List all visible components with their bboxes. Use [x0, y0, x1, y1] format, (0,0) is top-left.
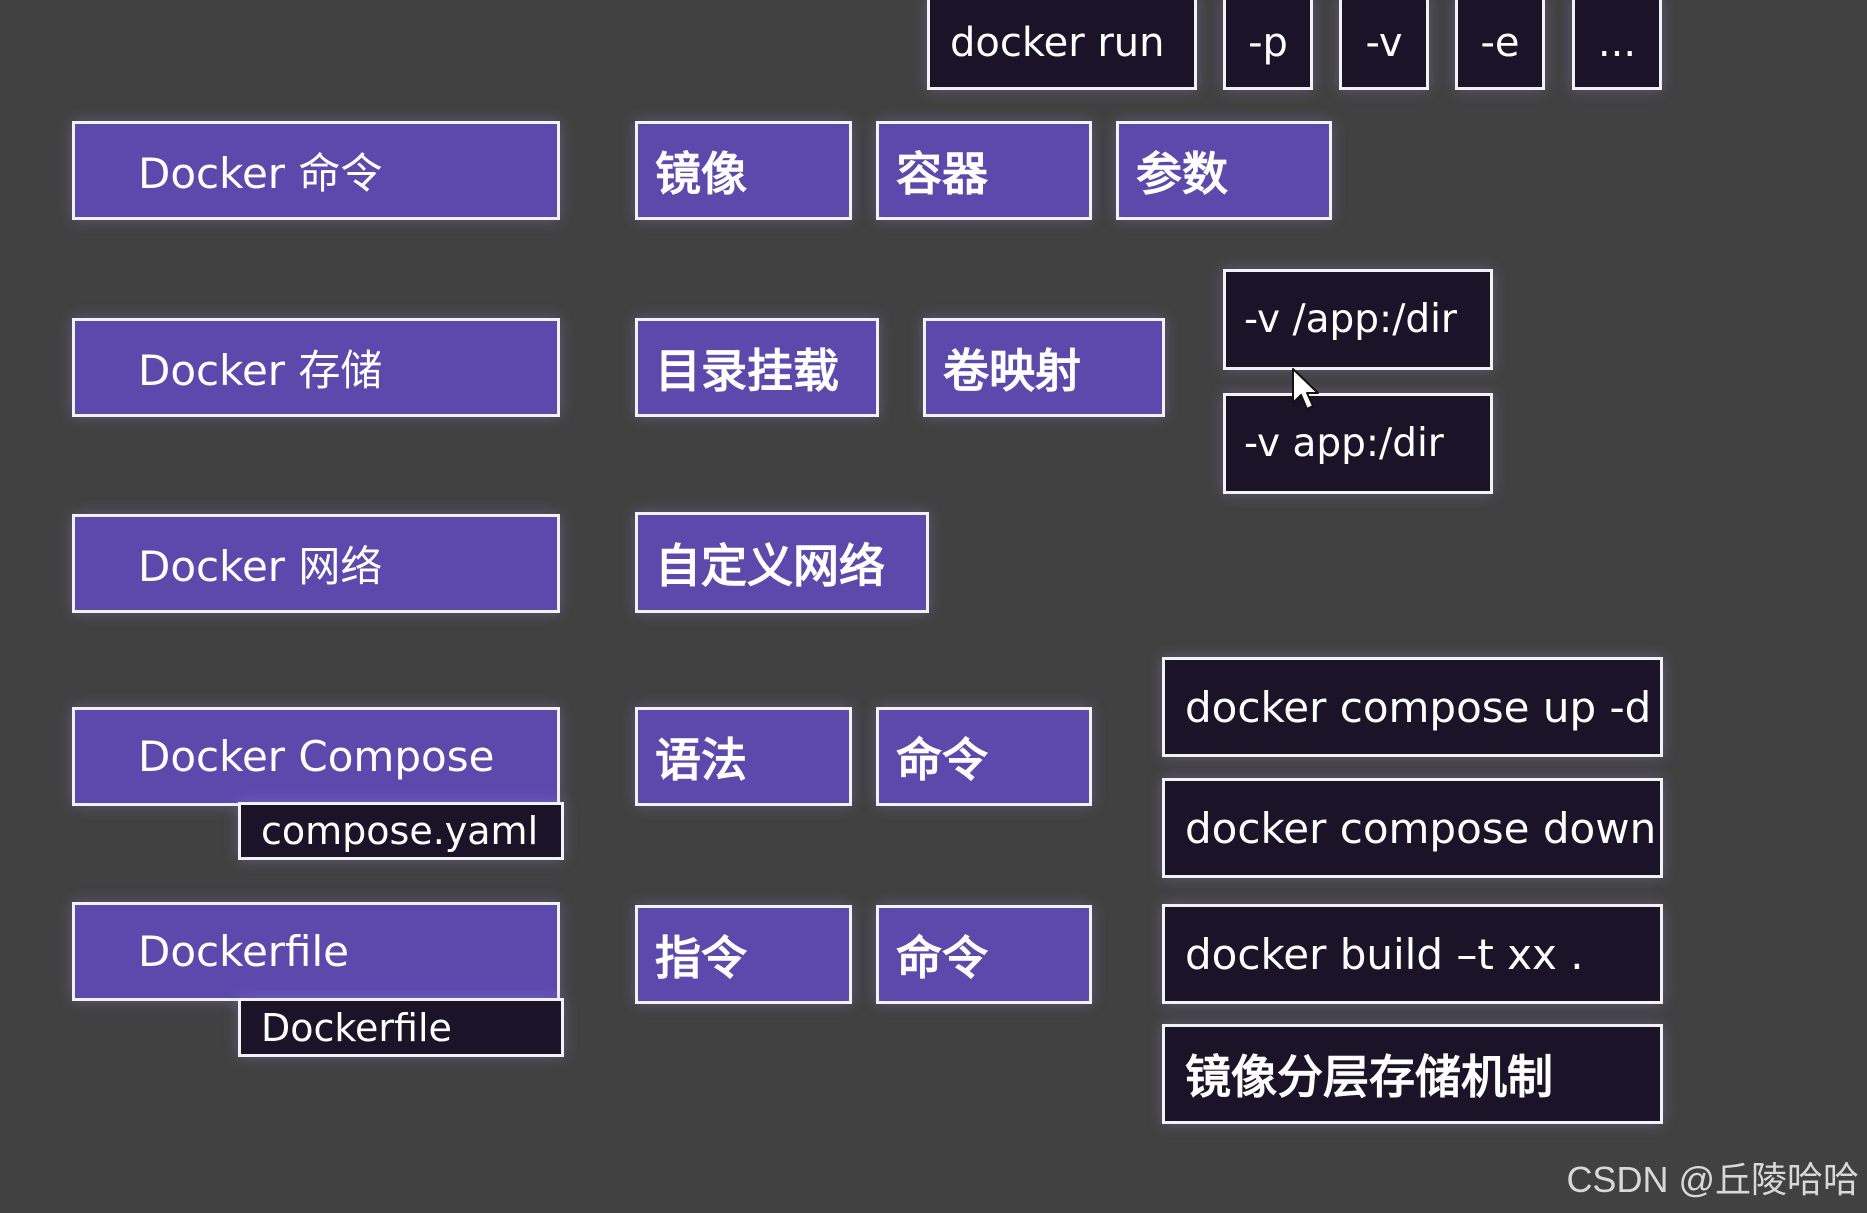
compose-down-command: docker compose down — [1162, 778, 1663, 878]
container-box: 容器 — [876, 121, 1092, 220]
docker-run-box: docker run — [927, 0, 1197, 90]
docker-network-label: Docker 网络 — [72, 514, 560, 613]
param-more-box: ... — [1572, 0, 1662, 90]
dockerfile-command-box: 命令 — [876, 905, 1092, 1004]
docker-build-command: docker build –t xx . — [1162, 904, 1663, 1004]
instruction-box: 指令 — [635, 905, 852, 1004]
custom-network-box: 自定义网络 — [635, 512, 929, 613]
volume-example: -v app:/dir — [1223, 393, 1493, 494]
compose-yaml-tag: compose.yaml — [238, 802, 564, 860]
image-box: 镜像 — [635, 121, 852, 220]
watermark-text: CSDN @丘陵哈哈 — [1566, 1159, 1859, 1200]
dir-mount-box: 目录挂载 — [635, 318, 879, 417]
mouse-cursor-icon — [1292, 368, 1319, 410]
dockerfile-label: Dockerfile — [72, 902, 560, 1001]
param-v-box: -v — [1339, 0, 1429, 90]
params-box: 参数 — [1116, 121, 1332, 220]
docker-storage-label: Docker 存储 — [72, 318, 560, 417]
compose-syntax-box: 语法 — [635, 707, 852, 806]
param-e-box: -e — [1455, 0, 1545, 90]
volume-mapping-box: 卷映射 — [923, 318, 1165, 417]
param-p-box: -p — [1223, 0, 1313, 90]
compose-up-command: docker compose up -d — [1162, 657, 1663, 757]
bind-mount-example: -v /app:/dir — [1223, 269, 1493, 370]
compose-command-box: 命令 — [876, 707, 1092, 806]
docker-commands-label: Docker 命令 — [72, 121, 560, 220]
docker-compose-label: Docker Compose — [72, 707, 560, 806]
layered-storage-box: 镜像分层存储机制 — [1162, 1024, 1663, 1124]
dockerfile-tag: Dockerfile — [238, 998, 564, 1057]
